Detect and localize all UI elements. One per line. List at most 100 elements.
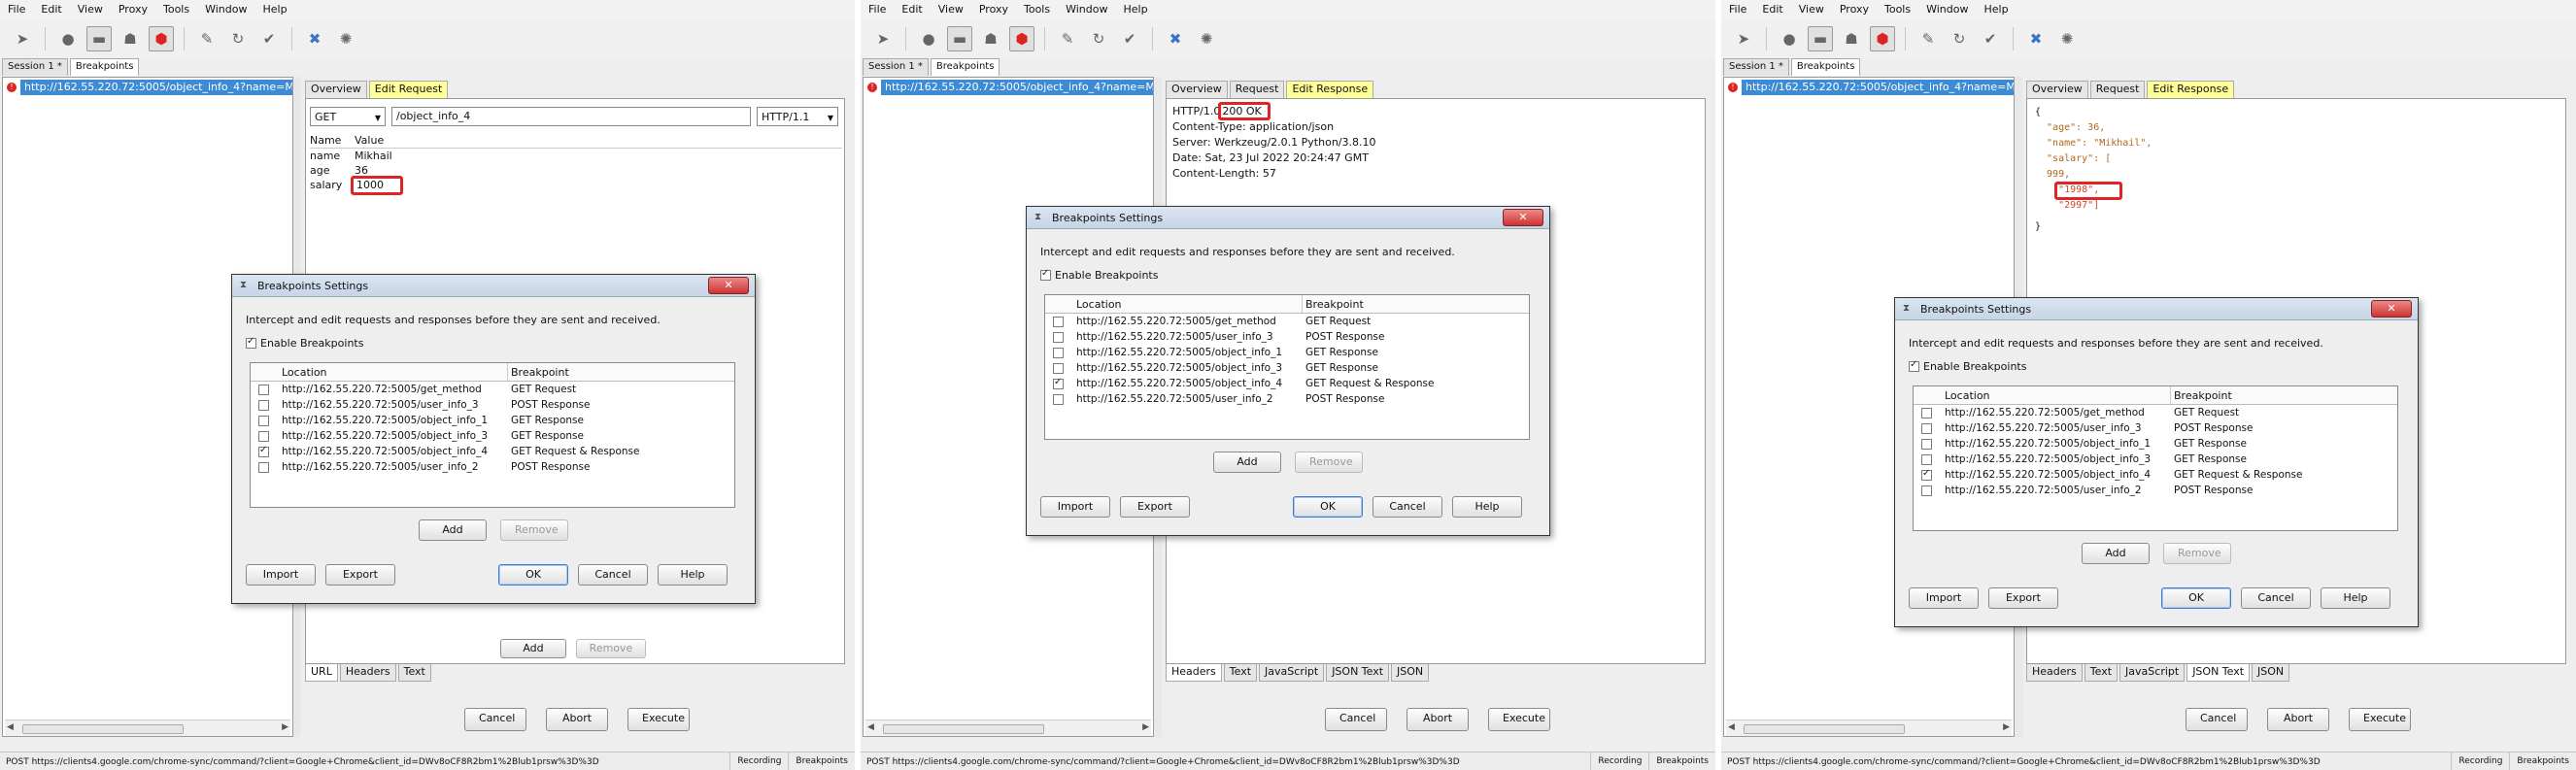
execute-button[interactable]: Execute xyxy=(2349,708,2411,731)
tab-text[interactable]: Text xyxy=(2084,664,2118,682)
close-icon[interactable]: ✕ xyxy=(2371,300,2412,318)
row-checkbox[interactable] xyxy=(258,445,269,457)
turtle-button[interactable]: ☗ xyxy=(978,26,1003,51)
request-row[interactable]: ! http://162.55.220.72:5005/object_info_… xyxy=(1724,80,2014,95)
table-row[interactable]: http://162.55.220.72:5005/user_info_3 POS… xyxy=(251,398,734,414)
table-row[interactable]: http://162.55.220.72:5005/get_method GET … xyxy=(1045,315,1529,330)
menu-window[interactable]: Window xyxy=(197,0,254,19)
row-checkbox[interactable] xyxy=(1921,454,1932,465)
table-row[interactable]: http://162.55.220.72:5005/object_info_4 G… xyxy=(251,445,734,460)
tools-button[interactable]: ✖ xyxy=(302,26,327,51)
row-checkbox[interactable] xyxy=(1921,485,1932,496)
menu-window[interactable]: Window xyxy=(1058,0,1115,19)
tab-request[interactable]: Request xyxy=(2089,81,2146,98)
protocol-select[interactable]: HTTP/1.1 ▼ xyxy=(757,107,838,126)
table-row[interactable]: http://162.55.220.72:5005/object_info_3 G… xyxy=(1914,452,2397,468)
tab-json[interactable]: JSON xyxy=(1391,664,1430,682)
repeat-button[interactable]: ↻ xyxy=(1947,26,1972,51)
scroll-right-icon[interactable]: ▶ xyxy=(282,722,288,732)
breakpoints-toggle-button[interactable]: ⬢ xyxy=(149,26,174,51)
throttle-button[interactable]: ▬ xyxy=(1808,26,1833,51)
table-row[interactable]: http://162.55.220.72:5005/get_method GET … xyxy=(1914,406,2397,421)
help-button[interactable]: Help xyxy=(658,564,728,586)
repeat-button[interactable]: ↻ xyxy=(1086,26,1111,51)
menu-view[interactable]: View xyxy=(1791,0,1832,19)
add-param-button[interactable]: Add xyxy=(500,639,566,658)
tab-breakpoints[interactable]: Breakpoints xyxy=(930,58,1000,76)
param-name[interactable]: name xyxy=(310,150,340,162)
breakpoints-status[interactable]: Breakpoints xyxy=(2509,753,2576,770)
table-row[interactable]: http://162.55.220.72:5005/object_info_1 G… xyxy=(1914,437,2397,452)
breakpoints-toggle-button[interactable]: ⬢ xyxy=(1870,26,1895,51)
execute-button[interactable]: Execute xyxy=(627,708,690,731)
table-row[interactable]: http://162.55.220.72:5005/user_info_3 POS… xyxy=(1914,421,2397,437)
param-name[interactable]: age xyxy=(310,164,330,177)
breakpoints-toggle-button[interactable]: ⬢ xyxy=(1009,26,1034,51)
export-button[interactable]: Export xyxy=(1120,496,1190,518)
enable-breakpoints-checkbox[interactable]: Enable Breakpoints xyxy=(1909,359,2026,373)
scroll-thumb[interactable] xyxy=(1744,724,1905,734)
table-row[interactable]: http://162.55.220.72:5005/object_info_4 G… xyxy=(1045,377,1529,392)
tab-edit-response[interactable]: Edit Response xyxy=(1286,81,1374,98)
menu-file[interactable]: File xyxy=(0,0,33,19)
table-row[interactable]: http://162.55.220.72:5005/user_info_2 POS… xyxy=(1045,392,1529,408)
menu-edit[interactable]: Edit xyxy=(33,0,69,19)
import-button[interactable]: Import xyxy=(1909,587,1979,609)
row-checkbox[interactable] xyxy=(1921,408,1932,418)
validate-button[interactable]: ✔ xyxy=(1978,26,2003,51)
param-name[interactable]: salary xyxy=(310,179,342,191)
tab-javascript[interactable]: JavaScript xyxy=(1259,664,1325,682)
tab-text[interactable]: Text xyxy=(397,664,431,682)
enable-breakpoints-checkbox[interactable]: Enable Breakpoints xyxy=(246,336,363,350)
help-button[interactable]: Help xyxy=(1452,496,1522,518)
compose-button[interactable]: ✎ xyxy=(1055,26,1080,51)
pointer-tool-button[interactable]: ➤ xyxy=(1731,26,1756,51)
record-button[interactable]: ● xyxy=(1777,26,1802,51)
dialog-title-bar[interactable]: ⧗ Breakpoints Settings ✕ xyxy=(232,275,755,297)
tab-url[interactable]: URL xyxy=(305,664,338,682)
scroll-left-icon[interactable]: ◀ xyxy=(7,722,14,732)
tab-session-1[interactable]: Session 1 * xyxy=(1723,58,1789,76)
tab-breakpoints[interactable]: Breakpoints xyxy=(69,58,140,76)
abort-button[interactable]: Abort xyxy=(546,708,608,731)
cancel-button[interactable]: Cancel xyxy=(1325,708,1387,731)
row-checkbox[interactable] xyxy=(1921,423,1932,434)
close-icon[interactable]: ✕ xyxy=(1503,209,1543,226)
table-row[interactable]: http://162.55.220.72:5005/object_info_3 G… xyxy=(1045,361,1529,377)
menu-view[interactable]: View xyxy=(70,0,111,19)
tab-request[interactable]: Request xyxy=(1229,81,1285,98)
tab-headers[interactable]: Headers xyxy=(2026,664,2083,682)
abort-button[interactable]: Abort xyxy=(1407,708,1469,731)
row-checkbox[interactable] xyxy=(1053,348,1064,358)
ok-button[interactable]: OK xyxy=(1293,496,1363,518)
menu-proxy[interactable]: Proxy xyxy=(1832,0,1877,19)
menu-edit[interactable]: Edit xyxy=(1754,0,1790,19)
tools-button[interactable]: ✖ xyxy=(2023,26,2049,51)
record-button[interactable]: ● xyxy=(916,26,941,51)
menu-edit[interactable]: Edit xyxy=(894,0,930,19)
compose-button[interactable]: ✎ xyxy=(194,26,220,51)
row-checkbox[interactable] xyxy=(1053,394,1064,405)
dialog-title-bar[interactable]: ⧗ Breakpoints Settings ✕ xyxy=(1895,298,2418,320)
add-breakpoint-button[interactable]: Add xyxy=(419,519,487,541)
record-button[interactable]: ● xyxy=(55,26,81,51)
menu-help[interactable]: Help xyxy=(1115,0,1155,19)
menu-tools[interactable]: Tools xyxy=(1877,0,1918,19)
import-button[interactable]: Import xyxy=(246,564,316,586)
remove-param-button[interactable]: Remove xyxy=(576,639,646,658)
tab-text[interactable]: Text xyxy=(1223,664,1258,682)
path-input[interactable]: /object_info_4 xyxy=(391,107,751,126)
menu-help[interactable]: Help xyxy=(1976,0,2016,19)
table-row[interactable]: http://162.55.220.72:5005/get_method GET … xyxy=(251,383,734,398)
turtle-button[interactable]: ☗ xyxy=(1839,26,1864,51)
help-button[interactable]: Help xyxy=(2321,587,2390,609)
table-row[interactable]: http://162.55.220.72:5005/user_info_2 POS… xyxy=(251,460,734,476)
cancel-button[interactable]: Cancel xyxy=(464,708,526,731)
remove-breakpoint-button[interactable]: Remove xyxy=(1295,452,1363,473)
checkbox[interactable] xyxy=(1040,268,1051,281)
scroll-right-icon[interactable]: ▶ xyxy=(1142,722,1149,732)
row-checkbox[interactable] xyxy=(258,462,269,473)
row-checkbox[interactable] xyxy=(1053,363,1064,374)
close-icon[interactable]: ✕ xyxy=(708,277,749,294)
tab-json[interactable]: JSON xyxy=(2252,664,2290,682)
